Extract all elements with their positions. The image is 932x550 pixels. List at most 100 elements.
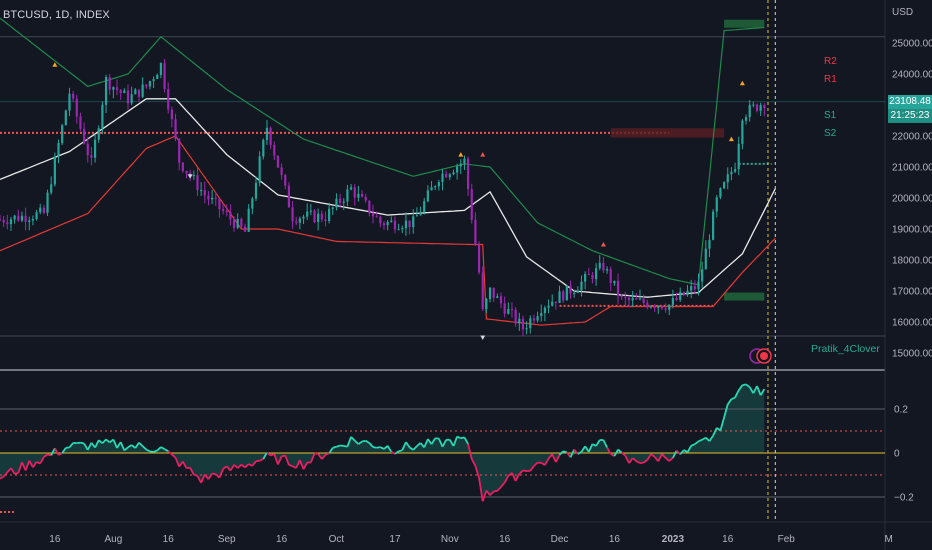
- candle-body: [68, 93, 71, 111]
- candle-body: [196, 174, 199, 191]
- candle-body: [375, 216, 378, 218]
- candle-body: [313, 210, 316, 222]
- candle-body: [638, 298, 642, 300]
- upper-band-line: [0, 17, 765, 286]
- candle-body: [331, 207, 334, 209]
- candle-body: [134, 89, 137, 95]
- candle-body: [404, 220, 408, 229]
- candle-body: [620, 295, 623, 297]
- candle-body: [715, 197, 718, 212]
- time-tick-label: Dec: [551, 534, 569, 545]
- oscillator-segment: [361, 439, 366, 443]
- time-tick-label: Aug: [104, 534, 122, 545]
- symbol-header[interactable]: BTCUSD, 1D, INDEX: [3, 9, 110, 21]
- time-tick-label: Oct: [329, 534, 345, 545]
- candle-body: [346, 189, 349, 202]
- candle-body: [730, 171, 733, 175]
- candle-body: [360, 193, 364, 197]
- time-tick-label: 16: [163, 534, 175, 545]
- candle-body: [371, 213, 375, 217]
- candle-body: [156, 74, 159, 80]
- candle-body: [126, 90, 130, 104]
- candle-body: [437, 182, 440, 187]
- candle-body: [178, 138, 181, 163]
- oscillator-segment: [390, 451, 396, 455]
- candle-body: [225, 211, 228, 213]
- candle-body: [646, 302, 649, 308]
- signal-triangle: [480, 152, 486, 157]
- candle-body: [61, 125, 64, 144]
- candle-body: [159, 63, 163, 75]
- candle-body: [364, 196, 367, 201]
- candle-body: [412, 216, 415, 228]
- candle-body: [551, 301, 554, 306]
- oscillator-segment: [562, 450, 568, 454]
- candle-body: [507, 309, 510, 314]
- candle-body: [53, 156, 56, 185]
- candle-body: [137, 89, 141, 97]
- pivot-label-s2: S2: [824, 128, 837, 139]
- candle-body: [576, 290, 579, 293]
- time-tick-label: 2023: [662, 534, 685, 545]
- time-tick-label: 16: [49, 534, 61, 545]
- signal-triangle-down: [480, 335, 486, 340]
- candle-body: [240, 218, 243, 227]
- candle-body: [584, 273, 587, 282]
- candle-body: [57, 143, 60, 157]
- price-tick-label: 19000.00: [892, 225, 932, 236]
- price-tick-label: 25000.00: [892, 39, 932, 50]
- candle-body: [167, 89, 170, 110]
- oscillator-segment: [149, 450, 154, 453]
- candle-body: [276, 155, 280, 168]
- candle-body: [492, 287, 495, 298]
- candle-body: [452, 172, 455, 175]
- candle-body: [496, 296, 499, 298]
- candle-body: [229, 211, 232, 220]
- candle-body: [737, 143, 740, 170]
- candle-body: [20, 215, 24, 221]
- candle-body: [591, 274, 594, 280]
- oscillator-segment: [14, 472, 19, 475]
- pivot-label-r1: R1: [824, 74, 837, 85]
- signal-triangle: [458, 152, 464, 157]
- candle-body: [657, 305, 660, 308]
- candle-body: [459, 163, 462, 167]
- candle-body: [13, 215, 16, 220]
- signal-triangle: [600, 242, 606, 247]
- candle-body: [521, 318, 525, 330]
- candle-body: [262, 139, 265, 157]
- time-tick-label: 17: [389, 534, 401, 545]
- candle-body: [181, 162, 184, 172]
- oscillator-segment: [80, 441, 85, 445]
- candle-body: [397, 229, 400, 231]
- candle-body: [170, 109, 173, 120]
- candle-body: [434, 186, 437, 188]
- price-tick-label: 16000.00: [892, 318, 932, 329]
- candle-body: [675, 298, 678, 300]
- candle-body: [211, 197, 214, 200]
- candle-body: [477, 245, 481, 273]
- candle-body: [192, 174, 195, 177]
- candle-body: [525, 328, 528, 330]
- target-zone-top: [724, 19, 765, 28]
- signal-triangle-down: [187, 174, 193, 179]
- candle-body: [423, 201, 426, 212]
- candle-body: [598, 262, 601, 269]
- time-tick-label: Sep: [218, 534, 236, 545]
- candle-body: [83, 128, 86, 144]
- candle-body: [755, 104, 759, 111]
- candle-body: [123, 90, 126, 94]
- candle-body: [258, 156, 261, 183]
- candle-body: [554, 301, 557, 304]
- oscillator-segment: [558, 450, 564, 456]
- candle-body: [141, 84, 144, 97]
- candle-body: [50, 184, 53, 193]
- candle-body: [752, 104, 755, 106]
- candle-body: [602, 262, 605, 271]
- candle-body: [631, 298, 634, 301]
- candle-body: [558, 291, 561, 304]
- oscillator-segment: [336, 444, 341, 448]
- candle-body: [690, 286, 693, 291]
- candle-body: [466, 158, 470, 190]
- osc-tick-label: 0.2: [894, 405, 908, 416]
